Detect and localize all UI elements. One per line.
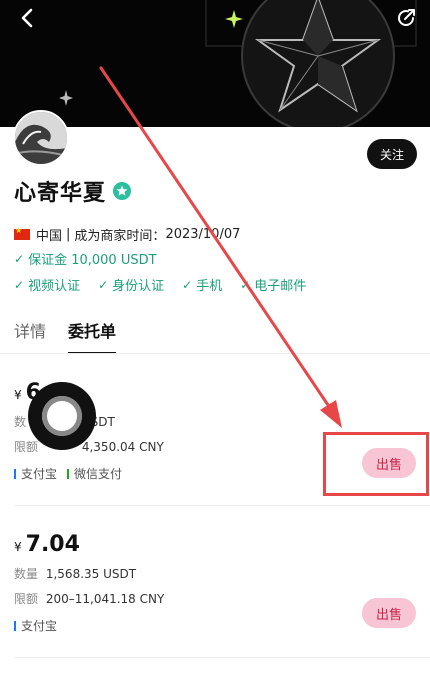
annotation-highlight-box	[323, 432, 429, 496]
deposit-amount: 保证金 10,000 USDT	[28, 253, 157, 268]
avatar	[13, 110, 69, 166]
verification-video: ✓ 视频认证	[14, 275, 81, 295]
limit-label: 限额	[14, 592, 39, 606]
verification-label: 视频认证	[28, 279, 81, 294]
payment-alipay: 支付宝	[14, 465, 57, 482]
check-icon: ✓	[240, 277, 251, 292]
limit-value: 200–11,041.18 CNY	[45, 592, 165, 606]
verification-list: ✓ 视频认证 ✓ 身份认证 ✓ 手机 ✓ 电子邮件	[14, 275, 324, 295]
sell-button[interactable]: 出售	[362, 598, 416, 628]
tab-orders[interactable]: 委托单	[68, 318, 117, 354]
check-icon: ✓	[14, 277, 25, 292]
check-icon: ✓	[182, 277, 193, 292]
share-icon	[398, 9, 415, 26]
banner-star-decoration	[59, 0, 417, 127]
merchant-since-label: 成为商家时间	[74, 229, 153, 244]
tab-divider	[0, 353, 430, 354]
verification-label: 身份认证	[112, 279, 165, 294]
verification-phone: ✓ 手机	[182, 275, 223, 295]
verification-email: ✓ 电子邮件	[240, 275, 307, 295]
back-button[interactable]	[16, 6, 40, 30]
payment-color-bar	[14, 468, 16, 479]
verified-badge-icon	[113, 182, 132, 200]
order-quantity: 数量 1,568.35 USDT	[14, 565, 416, 582]
deposit-row: ✓ 保证金 10,000 USDT	[14, 249, 157, 269]
order-divider	[14, 505, 430, 506]
quantity-value: 1,568.35 USDT	[45, 567, 137, 581]
country: 中国	[36, 229, 63, 244]
payment-label: 支付宝	[21, 467, 58, 481]
order-price: ¥ 7.04	[14, 532, 416, 557]
order-divider	[14, 657, 430, 658]
merchant-info-row: 中国 | 成为商家时间 ： 2023/10/07	[14, 225, 240, 244]
merchant-since-colon: ：	[152, 229, 166, 244]
merchant-since-date: 2023/10/07	[165, 227, 241, 242]
follow-button[interactable]: 关注	[367, 139, 417, 169]
payment-alipay: 支付宝	[14, 617, 57, 634]
check-icon: ✓	[14, 251, 25, 266]
check-icon: ✓	[98, 277, 109, 292]
verification-identity: ✓ 身份认证	[98, 275, 165, 295]
payment-methods: 支付宝	[14, 617, 416, 634]
profile-banner	[0, 0, 430, 127]
payment-color-bar	[67, 468, 70, 479]
order-card: ¥ 7.04 数量 1,568.35 USDT 限额 200–11,041.18…	[14, 532, 416, 634]
currency-symbol: ¥	[14, 540, 22, 554]
order-limit: 限额 200–11,041.18 CNY	[14, 590, 416, 607]
quantity-label: 数	[14, 415, 27, 429]
tab-bar: 详情 委托单	[14, 318, 138, 354]
payment-wechat: 微信支付	[67, 465, 122, 482]
follow-button-label: 关注	[379, 147, 404, 162]
chevron-left-icon	[21, 8, 33, 28]
limit-label: 限额	[14, 440, 39, 454]
wave-avatar-image	[15, 112, 67, 164]
china-flag-icon	[14, 226, 30, 240]
sell-button-label: 出售	[375, 607, 402, 623]
verification-label: 电子邮件	[254, 279, 307, 294]
currency-symbol: ¥	[14, 388, 22, 402]
share-button[interactable]	[394, 6, 418, 30]
merchant-name-row: 心寄华夏	[14, 175, 132, 207]
price-value: 7.04	[25, 532, 80, 557]
tab-details[interactable]: 详情	[14, 318, 46, 354]
loading-spinner	[28, 382, 96, 450]
payment-color-bar	[14, 620, 16, 631]
verification-label: 手机	[196, 279, 223, 294]
info-separator: |	[66, 227, 71, 242]
quantity-label: 数量	[14, 567, 39, 581]
payment-label: 支付宝	[21, 619, 58, 633]
merchant-name: 心寄华夏	[14, 181, 107, 206]
limit-value: 4,350.04 CNY	[81, 440, 164, 454]
payment-label: 微信支付	[74, 467, 123, 481]
